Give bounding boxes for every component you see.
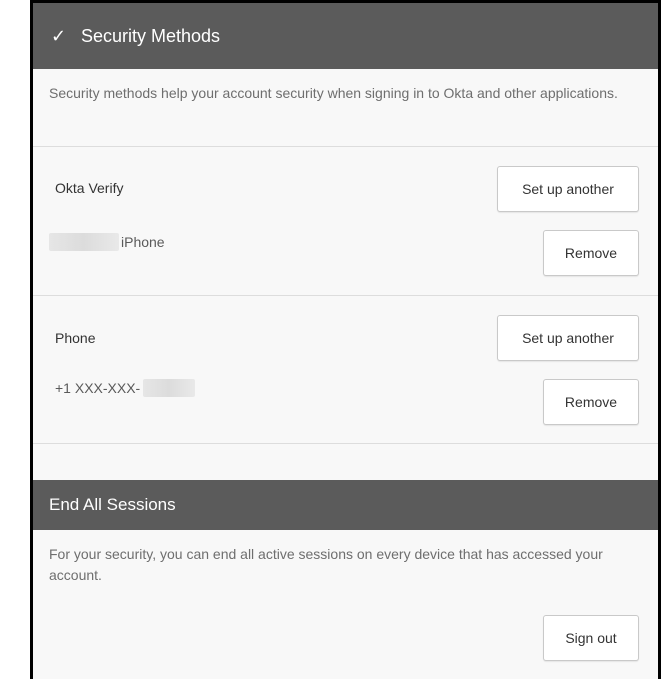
divider — [33, 295, 658, 296]
end-sessions-description: For your security, you can end all activ… — [49, 546, 603, 583]
end-sessions-title: End All Sessions — [49, 495, 176, 514]
divider — [33, 146, 658, 147]
okta-verify-device: iPhone — [121, 234, 165, 250]
divider — [33, 443, 658, 444]
redacted-phone-digits — [143, 379, 195, 397]
okta-verify-remove-button[interactable]: Remove — [543, 230, 639, 276]
redacted-device-name — [49, 233, 119, 251]
phone-setup-button[interactable]: Set up another — [497, 315, 639, 361]
sign-out-button[interactable]: Sign out — [543, 615, 639, 661]
phone-number: +1 XXX-XXX- — [55, 380, 141, 396]
account-settings-panel: ✓ Security Methods Security methods help… — [30, 0, 661, 679]
end-sessions-header: End All Sessions — [33, 480, 658, 530]
phone-remove-button[interactable]: Remove — [543, 379, 639, 425]
phone-title: Phone — [55, 330, 96, 346]
security-methods-description: Security methods help your account secur… — [49, 85, 618, 101]
okta-verify-title: Okta Verify — [55, 180, 124, 196]
okta-verify-setup-button[interactable]: Set up another — [497, 166, 639, 212]
check-icon: ✓ — [51, 25, 67, 46]
security-methods-title: Security Methods — [81, 25, 221, 46]
security-methods-header: ✓ Security Methods — [33, 3, 658, 69]
